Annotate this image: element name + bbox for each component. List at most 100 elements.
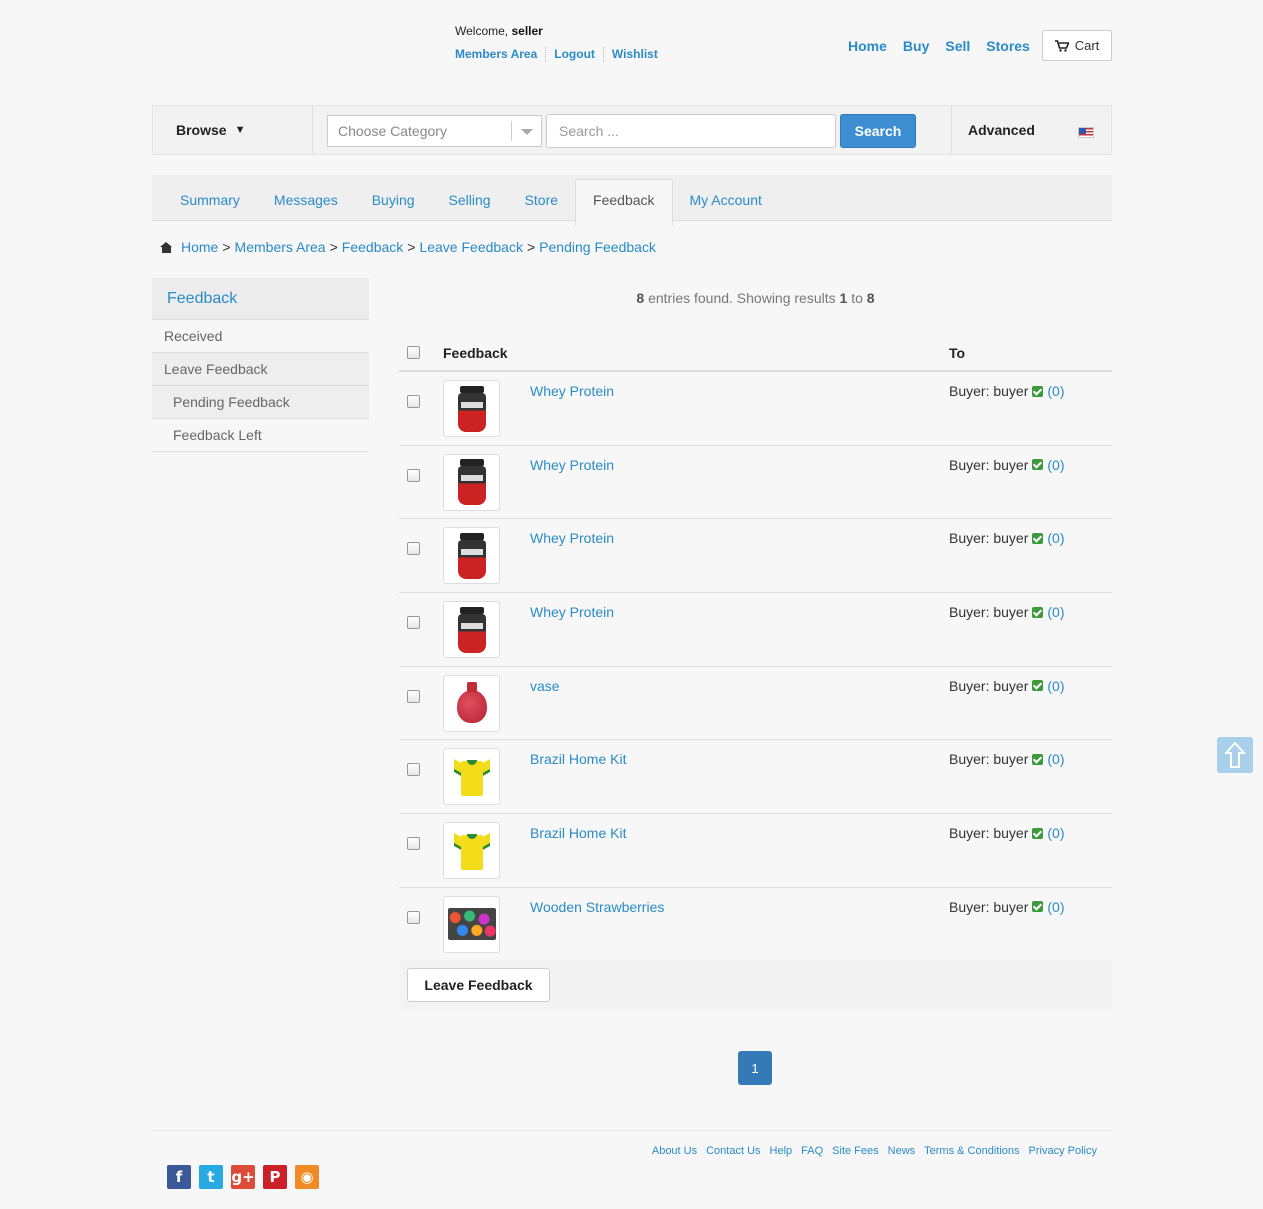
row-checkbox[interactable] <box>407 616 420 630</box>
scroll-to-top-button[interactable] <box>1217 737 1253 773</box>
footer-site-fees[interactable]: Site Fees <box>832 1145 878 1157</box>
feedback-count-link[interactable]: (0) <box>1047 751 1064 767</box>
item-title-link[interactable]: Brazil Home Kit <box>530 751 626 767</box>
breadcrumb-members-area[interactable]: Members Area <box>235 239 326 255</box>
table-row: vase Buyer: buyer (0) <box>399 667 1112 741</box>
breadcrumb-pending-feedback[interactable]: Pending Feedback <box>539 239 656 255</box>
feedback-count-link[interactable]: (0) <box>1047 530 1064 546</box>
welcome-prefix: Welcome, <box>455 24 509 38</box>
footer-privacy-policy[interactable]: Privacy Policy <box>1029 1145 1097 1157</box>
row-checkbox[interactable] <box>407 468 420 482</box>
feedback-count-link[interactable]: (0) <box>1047 678 1064 694</box>
breadcrumb-leave-feedback[interactable]: Leave Feedback <box>419 239 523 255</box>
facebook-icon[interactable]: f <box>167 1165 191 1189</box>
cart-button[interactable]: Cart <box>1042 30 1112 61</box>
nav-stores[interactable]: Stores <box>986 38 1030 54</box>
rss-icon[interactable]: ◉ <box>295 1165 319 1189</box>
row-checkbox[interactable] <box>407 395 420 408</box>
feedback-count-link[interactable]: (0) <box>1047 383 1064 399</box>
browse-dropdown[interactable]: Browse ▼ <box>153 106 313 154</box>
leave-feedback-button[interactable]: Leave Feedback <box>407 968 550 1002</box>
cart-label: Cart <box>1074 38 1100 53</box>
row-checkbox[interactable] <box>407 763 420 777</box>
logout-link[interactable]: Logout <box>554 47 595 61</box>
results-from: 1 <box>839 290 848 306</box>
column-header-feedback: Feedback <box>443 345 508 361</box>
item-thumbnail[interactable] <box>443 822 500 880</box>
table-footer: Leave Feedback <box>399 960 1112 1012</box>
tab-feedback[interactable]: Feedback <box>575 179 673 226</box>
feedback-count-link[interactable]: (0) <box>1047 604 1064 620</box>
nav-sell[interactable]: Sell <box>945 38 970 54</box>
footer-contact-us[interactable]: Contact Us <box>706 1145 760 1157</box>
item-thumbnail[interactable] <box>443 674 500 732</box>
recipient: Buyer: buyer (0) <box>949 751 1065 767</box>
feedback-count-link[interactable]: (0) <box>1047 457 1064 473</box>
feedback-count-link[interactable]: (0) <box>1047 825 1064 841</box>
members-area-link[interactable]: Members Area <box>455 47 537 61</box>
table-row: Whey Protein Buyer: buyer (0) <box>399 446 1112 520</box>
row-checkbox[interactable] <box>407 689 420 703</box>
advanced-search-link[interactable]: Advanced <box>951 106 1111 154</box>
select-all-checkbox[interactable] <box>407 346 420 359</box>
sidebar-item-leave-feedback[interactable]: Leave Feedback <box>152 353 369 386</box>
footer-help[interactable]: Help <box>770 1145 793 1157</box>
nav-buy[interactable]: Buy <box>903 38 929 54</box>
footer-terms[interactable]: Terms & Conditions <box>924 1145 1019 1157</box>
twitter-icon[interactable]: t <box>199 1165 223 1189</box>
item-title-link[interactable]: Whey Protein <box>530 604 614 620</box>
item-title-link[interactable]: vase <box>530 678 560 694</box>
recipient-label: Buyer: buyer <box>949 530 1029 547</box>
breadcrumb-feedback[interactable]: Feedback <box>342 239 403 255</box>
item-thumbnail[interactable] <box>443 601 500 659</box>
tab-messages[interactable]: Messages <box>257 175 355 221</box>
recipient: Buyer: buyer (0) <box>949 899 1065 915</box>
tab-store[interactable]: Store <box>508 175 575 221</box>
table-row: Whey Protein Buyer: buyer (0) <box>399 519 1112 594</box>
item-thumbnail[interactable] <box>443 453 500 511</box>
item-title-link[interactable]: Whey Protein <box>530 383 614 399</box>
item-title-link[interactable]: Wooden Strawberries <box>530 899 664 915</box>
social-links: f t g+ P ◉ <box>167 1165 319 1189</box>
divider <box>602 47 604 61</box>
recipient: Buyer: buyer (0) <box>949 530 1065 546</box>
feedback-count-link[interactable]: (0) <box>1047 899 1064 915</box>
breadcrumb-separator: > <box>222 239 231 255</box>
table-row: Brazil Home Kit Buyer: buyer (0) <box>399 814 1112 888</box>
tab-summary[interactable]: Summary <box>163 175 257 221</box>
nav-home[interactable]: Home <box>848 38 887 54</box>
footer-news[interactable]: News <box>888 1145 916 1157</box>
sidebar-item-pending-feedback[interactable]: Pending Feedback <box>152 386 369 419</box>
footer-divider <box>152 1130 1112 1131</box>
pagination-page-1[interactable]: 1 <box>738 1051 772 1085</box>
search-input[interactable]: Search ... <box>546 114 836 148</box>
username: seller <box>511 24 543 38</box>
item-title-link[interactable]: Brazil Home Kit <box>530 825 626 841</box>
google-plus-icon[interactable]: g+ <box>231 1165 255 1189</box>
item-title-link[interactable]: Whey Protein <box>530 457 614 473</box>
us-flag-icon[interactable] <box>1078 127 1094 138</box>
item-thumbnail[interactable] <box>443 527 500 585</box>
row-checkbox[interactable] <box>407 910 420 924</box>
pinterest-icon[interactable]: P <box>263 1165 287 1189</box>
row-checkbox[interactable] <box>407 837 420 851</box>
category-select[interactable]: Choose Category <box>327 115 542 147</box>
sidebar-item-feedback-left[interactable]: Feedback Left <box>152 419 369 452</box>
footer-about-us[interactable]: About Us <box>652 1145 697 1157</box>
item-title-link[interactable]: Whey Protein <box>530 530 614 546</box>
breadcrumb-home[interactable]: Home <box>181 239 218 255</box>
sidebar-item-received[interactable]: Received <box>152 320 369 353</box>
sidebar-heading[interactable]: Feedback <box>152 278 369 320</box>
wishlist-link[interactable]: Wishlist <box>612 47 658 61</box>
main-nav: Home Buy Sell Stores <box>848 38 1030 54</box>
item-thumbnail[interactable] <box>443 895 500 953</box>
tab-selling[interactable]: Selling <box>432 175 508 221</box>
verified-check-icon <box>1032 385 1044 397</box>
row-checkbox[interactable] <box>407 542 420 556</box>
footer-faq[interactable]: FAQ <box>801 1145 823 1157</box>
item-thumbnail[interactable] <box>443 380 500 437</box>
tab-my-account[interactable]: My Account <box>673 175 779 221</box>
tab-buying[interactable]: Buying <box>355 175 432 221</box>
item-thumbnail[interactable] <box>443 748 500 806</box>
search-button[interactable]: Search <box>840 114 916 148</box>
